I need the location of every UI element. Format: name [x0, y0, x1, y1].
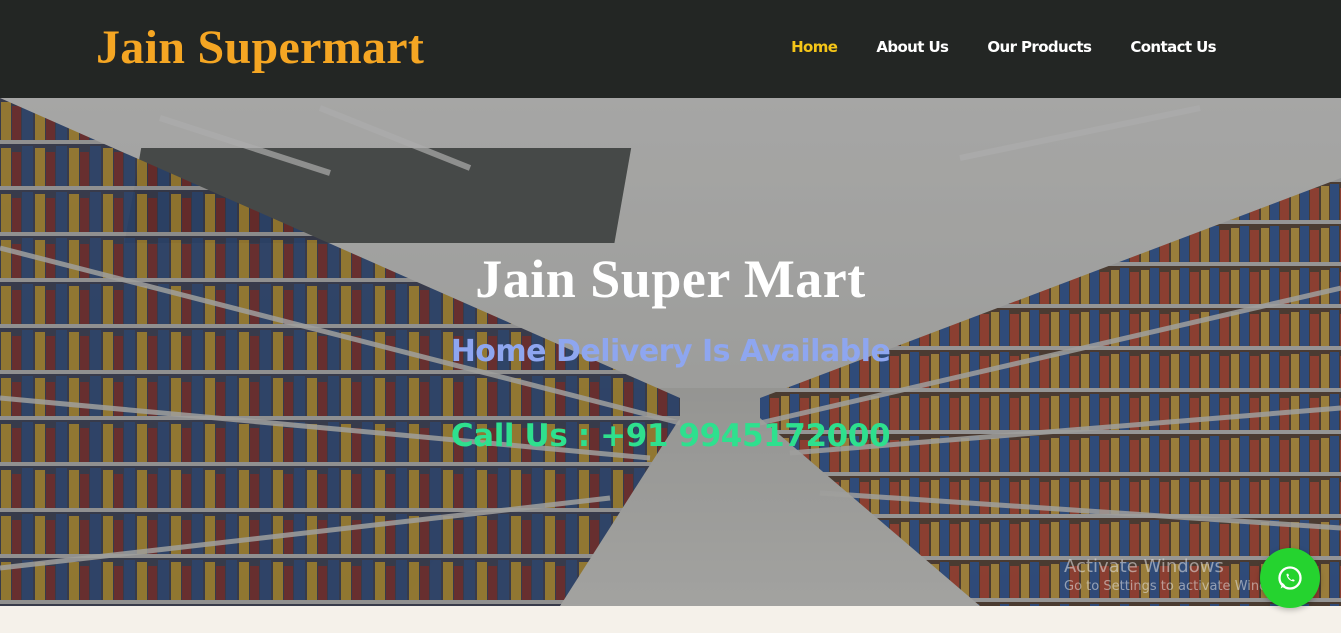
hero-call-number[interactable]: Call Us : +91 9945172000: [0, 418, 1341, 454]
hero-banner: Jain Super Mart Home Delivery Is Availab…: [0, 98, 1341, 606]
top-navbar: Jain Supermart Home About Us Our Product…: [0, 0, 1341, 98]
whatsapp-chat-button[interactable]: [1260, 548, 1320, 608]
brand-logo[interactable]: Jain Supermart: [96, 20, 424, 75]
nav-about-link[interactable]: About Us: [876, 38, 949, 56]
hero-subtitle: Home Delivery Is Available: [450, 334, 891, 369]
whatsapp-icon: [1278, 566, 1302, 590]
page-section-start: [0, 606, 1341, 633]
nav-products-link[interactable]: Our Products: [987, 38, 1092, 56]
nav-contact-link[interactable]: Contact Us: [1130, 38, 1216, 56]
main-nav: Home About Us Our Products Contact Us: [752, 38, 1217, 56]
hero-title: Jain Super Mart: [475, 249, 866, 309]
nav-home-link[interactable]: Home: [791, 38, 838, 56]
